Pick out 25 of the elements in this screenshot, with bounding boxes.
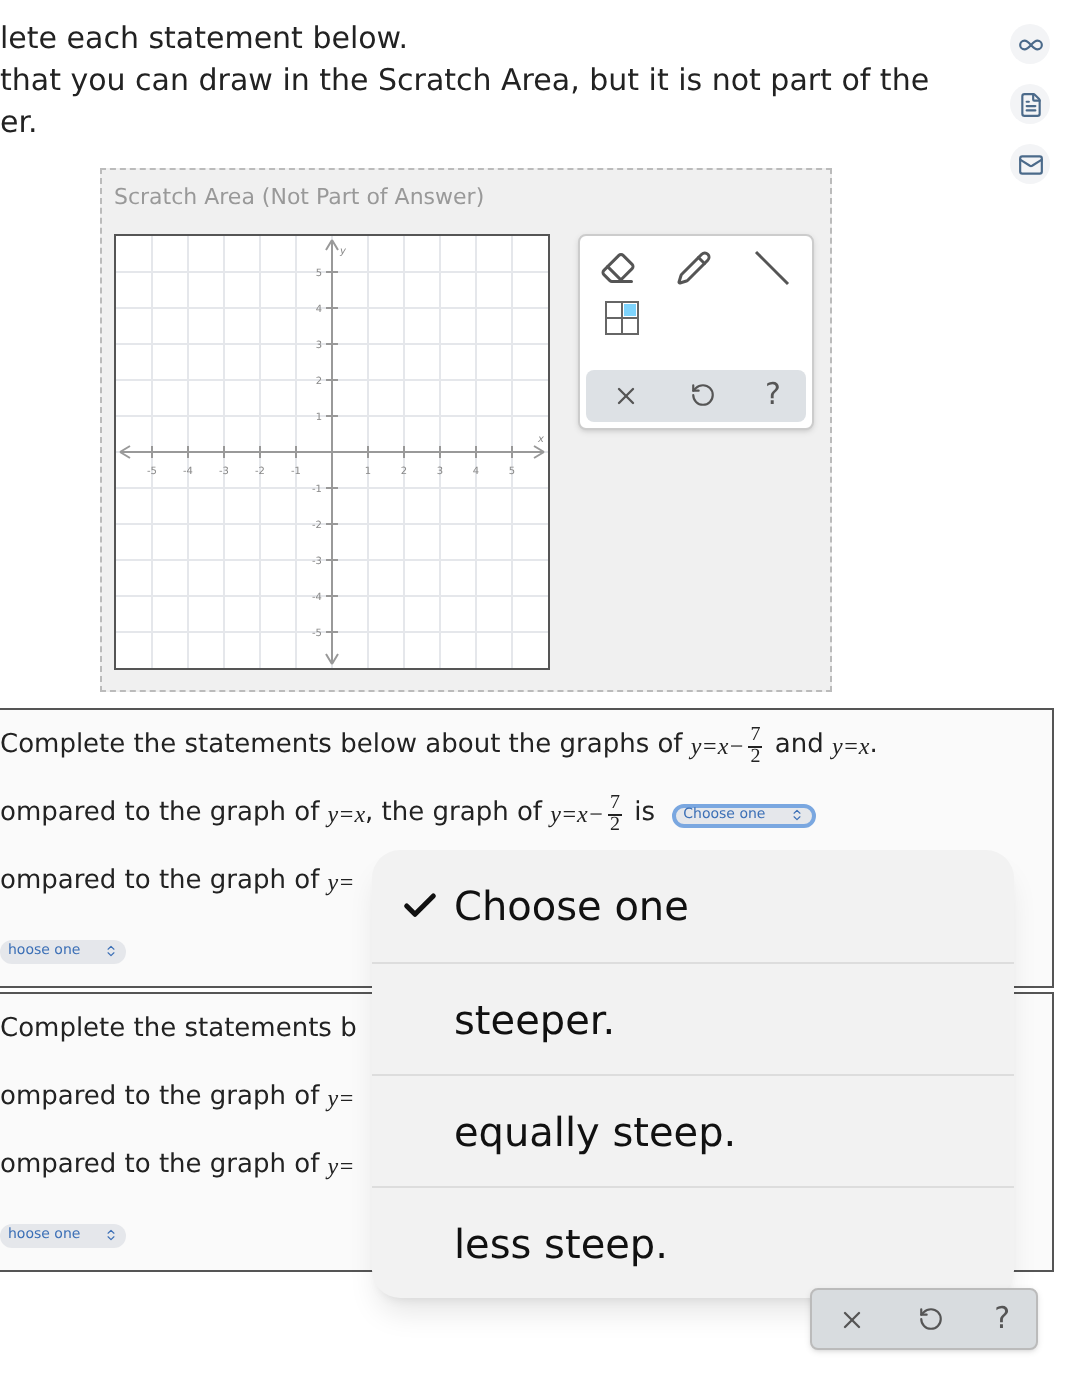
statement-text: ompared to the graph of y= — [0, 1148, 355, 1185]
help-button[interactable]: ? — [765, 372, 781, 418]
up-down-caret-icon — [104, 944, 119, 959]
instruction-text: er. — [0, 102, 38, 144]
undo-icon[interactable] — [917, 1306, 943, 1332]
dropdown-option[interactable]: Choose one — [372, 850, 1014, 962]
up-down-caret-icon — [104, 1228, 119, 1243]
statement-text: Complete the statements b — [0, 1012, 357, 1049]
grid-icon[interactable] — [604, 299, 640, 335]
eraser-icon[interactable] — [600, 249, 636, 285]
statement-text: ompared to the graph of y= — [0, 1080, 355, 1117]
undo-icon[interactable] — [689, 382, 715, 408]
infinity-icon[interactable] — [1010, 24, 1050, 64]
mail-icon[interactable] — [1010, 144, 1050, 184]
dropdown-option[interactable]: equally steep. — [372, 1074, 1014, 1186]
up-down-caret-icon — [789, 808, 804, 823]
instruction-text: that you can draw in the Scratch Area, but it is not part of the — [0, 60, 930, 102]
pencil-icon[interactable] — [676, 249, 712, 285]
help-button[interactable]: ? — [994, 1296, 1011, 1342]
notes-icon[interactable] — [1010, 84, 1050, 124]
scratch-area-title: Scratch Area (Not Part of Answer) — [114, 182, 485, 214]
statement-text: ompared to the graph of y= — [0, 864, 355, 901]
dropdown-option[interactable]: steeper. — [372, 962, 1014, 1074]
instruction-text: lete each statement below. — [0, 18, 408, 60]
line-tool-icon[interactable] — [752, 247, 792, 287]
